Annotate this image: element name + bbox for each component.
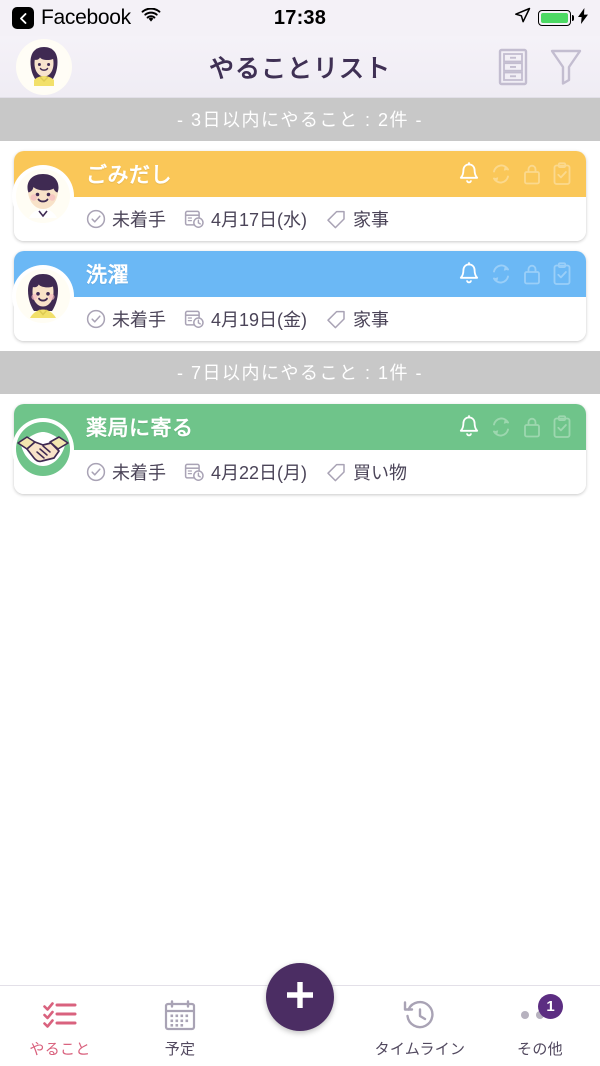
task-card-header[interactable]: 薬局に寄る: [14, 404, 586, 450]
bell-icon[interactable]: [458, 162, 480, 186]
section-header: - 7日以内にやること : 1件 -: [0, 351, 600, 394]
avatar-woman-icon[interactable]: [12, 265, 74, 327]
schedule-clock-icon: [184, 309, 205, 329]
tab-schedule-label: 予定: [164, 1041, 196, 1058]
plus-icon: [283, 978, 317, 1017]
bell-icon[interactable]: [458, 262, 480, 286]
check-circle-icon: [86, 462, 106, 482]
task-status: 未着手: [86, 206, 166, 232]
task-title: 洗濯: [86, 264, 129, 287]
task-card[interactable]: 薬局に寄る 未着手 4月22日(月) 買い物: [12, 404, 586, 494]
funnel-filter-icon[interactable]: [550, 48, 582, 86]
user-avatar-woman-icon[interactable]: [18, 40, 70, 93]
task-tag-label: 家事: [353, 210, 390, 230]
task-status: 未着手: [86, 459, 166, 485]
history-clock-icon: [403, 998, 437, 1032]
task-date-label: 4月19日(金): [211, 310, 308, 330]
drawer-list-icon[interactable]: [498, 48, 528, 86]
lock-icon[interactable]: [522, 162, 542, 186]
status-bar: Facebook 17:38: [0, 0, 600, 36]
tab-more-label: その他: [517, 1041, 563, 1058]
schedule-clock-icon: [184, 462, 205, 482]
lock-icon[interactable]: [522, 262, 542, 286]
task-date-label: 4月22日(月): [211, 463, 308, 483]
tab-more[interactable]: 1 その他: [480, 986, 600, 1059]
tab-bar: やること 予定 タイムライン 1 その他: [0, 963, 600, 1066]
navigation-bar: やることリスト: [0, 36, 600, 98]
check-circle-icon: [86, 309, 106, 329]
avatar-boy-icon[interactable]: [12, 165, 74, 227]
task-card-icons: [458, 415, 572, 439]
repeat-icon[interactable]: [490, 262, 512, 286]
clipboard-check-icon[interactable]: [552, 415, 572, 439]
lock-icon[interactable]: [522, 415, 542, 439]
bell-icon[interactable]: [458, 415, 480, 439]
task-card-body: 未着手 4月19日(金) 家事: [14, 297, 586, 341]
checklist-icon: [43, 998, 77, 1032]
tag-icon: [325, 462, 347, 482]
task-title: ごみだし: [86, 164, 172, 187]
task-card-body: 未着手 4月17日(水) 家事: [14, 197, 586, 241]
task-tag-label: 家事: [353, 310, 390, 330]
task-card-header[interactable]: ごみだし: [14, 151, 586, 197]
lightning-bolt-icon: [578, 7, 588, 29]
schedule-clock-icon: [184, 209, 205, 229]
task-date: 4月22日(月): [184, 459, 307, 485]
task-card-body: 未着手 4月22日(月) 買い物: [14, 450, 586, 494]
section-header: - 3日以内にやること : 2件 -: [0, 98, 600, 141]
task-tag-label: 買い物: [353, 463, 408, 483]
task-date: 4月19日(金): [184, 306, 307, 332]
task-tag: 買い物: [325, 459, 407, 485]
status-badge: 1: [538, 994, 563, 1019]
tab-timeline[interactable]: タイムライン: [360, 986, 480, 1059]
more-dots-icon: 1: [521, 994, 563, 1032]
tab-todo[interactable]: やること: [0, 986, 120, 1059]
task-date: 4月17日(水): [184, 206, 307, 232]
battery-full-icon: [538, 10, 575, 26]
task-status-label: 未着手: [112, 463, 166, 483]
task-card-icons: [458, 162, 572, 186]
repeat-icon[interactable]: [490, 162, 512, 186]
task-card[interactable]: ごみだし 未着手 4月17日(水) 家事: [12, 151, 586, 241]
add-task-button[interactable]: [266, 963, 334, 1031]
status-bar-right: [514, 7, 588, 29]
task-status-label: 未着手: [112, 210, 166, 230]
tab-schedule[interactable]: 予定: [120, 986, 240, 1059]
status-bar-back-app[interactable]: Facebook: [41, 6, 131, 30]
task-card-icons: [458, 262, 572, 286]
check-circle-icon: [86, 209, 106, 229]
wifi-icon: [140, 7, 162, 29]
task-tag: 家事: [325, 206, 389, 232]
task-card[interactable]: 洗濯 未着手 4月19日(金) 家事: [12, 251, 586, 341]
chevron-left-icon[interactable]: [12, 7, 34, 29]
status-bar-left[interactable]: Facebook: [12, 6, 162, 30]
task-title: 薬局に寄る: [86, 417, 194, 440]
repeat-icon[interactable]: [490, 415, 512, 439]
clipboard-check-icon[interactable]: [552, 162, 572, 186]
task-status-label: 未着手: [112, 310, 166, 330]
app-root: Facebook 17:38 やることリスト - 3日以内にやること: 2件 …: [0, 0, 600, 1066]
task-tag: 家事: [325, 306, 389, 332]
location-arrow-icon: [514, 7, 531, 29]
tag-icon: [325, 309, 347, 329]
task-status: 未着手: [86, 306, 166, 332]
tab-timeline-label: タイムライン: [374, 1041, 466, 1058]
task-list: - 3日以内にやること : 2件 - ごみだし 未着手 4月17日(水) 家事 …: [0, 98, 600, 985]
navbar-actions: [498, 48, 582, 86]
tag-icon: [325, 209, 347, 229]
task-date-label: 4月17日(水): [211, 210, 308, 230]
avatar-handshake-icon[interactable]: [12, 418, 74, 480]
task-card-header[interactable]: 洗濯: [14, 251, 586, 297]
tab-todo-label: やること: [29, 1041, 91, 1058]
calendar-icon: [164, 998, 196, 1032]
clipboard-check-icon[interactable]: [552, 262, 572, 286]
more-dot: [521, 1011, 529, 1019]
